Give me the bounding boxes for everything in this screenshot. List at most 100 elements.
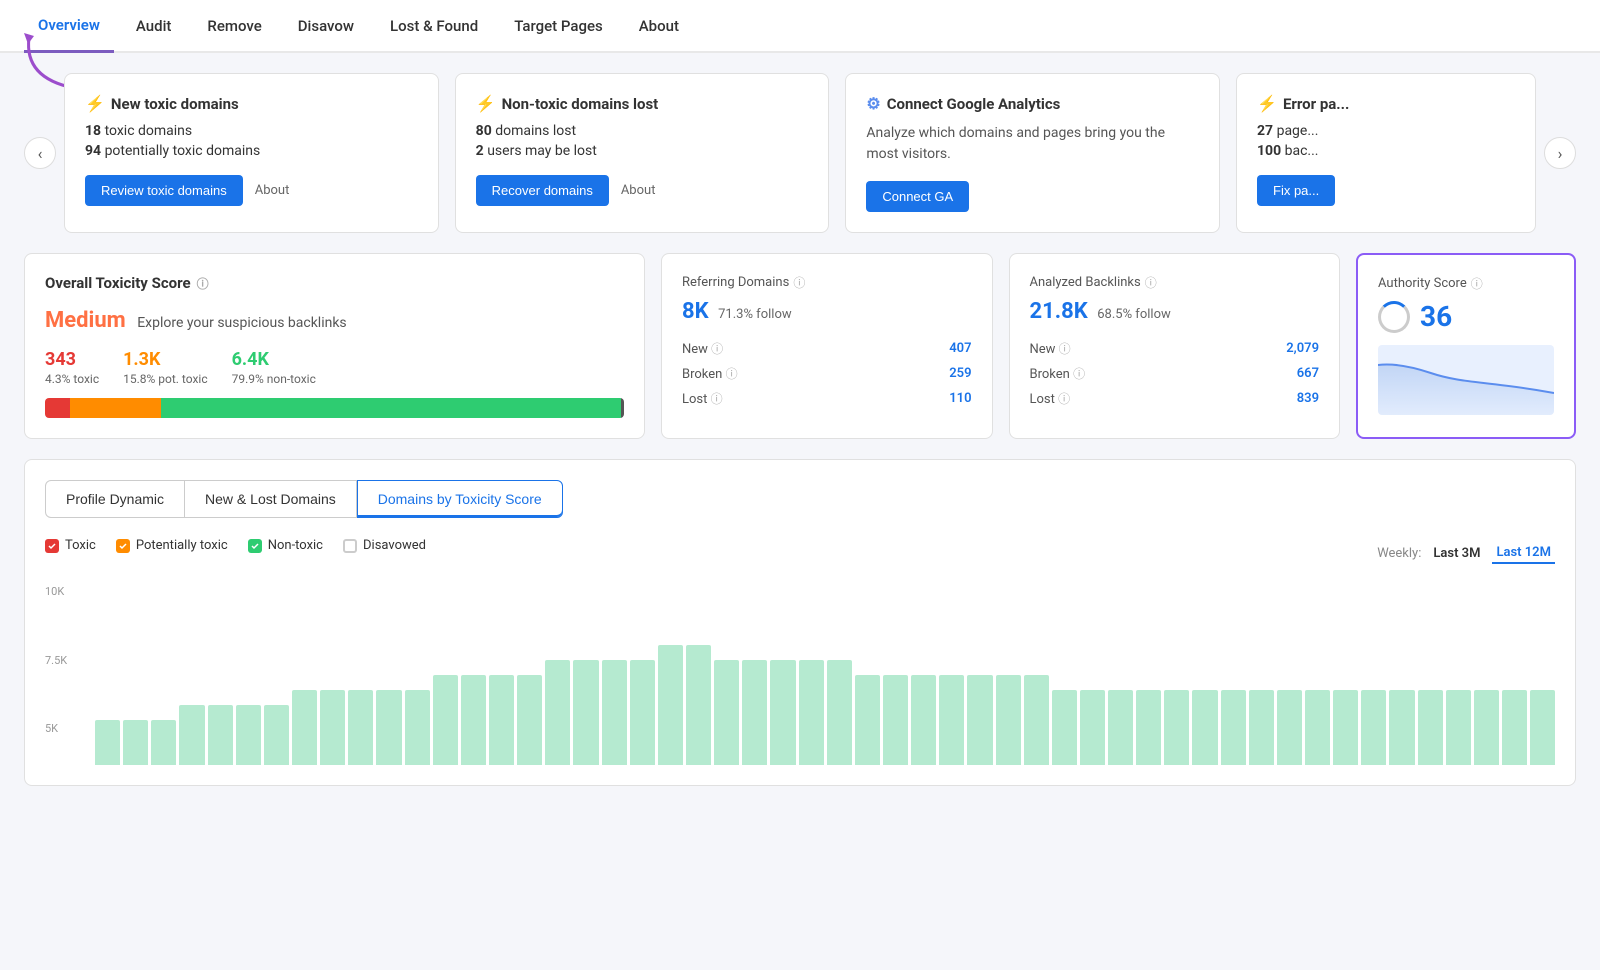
chart-bar-group	[1530, 615, 1555, 765]
last-12m-button[interactable]: Last 12M	[1492, 543, 1555, 564]
bar-segment	[151, 720, 176, 765]
bar-cursor	[621, 398, 624, 418]
backlink-lost-info-icon[interactable]: ⓘ	[1058, 392, 1070, 406]
connect-ga-button[interactable]: Connect GA	[866, 181, 969, 212]
tab-profile-dynamic[interactable]: Profile Dynamic	[45, 480, 185, 518]
backlink-broken-value: 667	[1297, 366, 1319, 381]
chart-bar-group	[405, 615, 430, 765]
bar-segment	[405, 690, 430, 765]
bar-segment	[799, 660, 824, 765]
chart-bar-group	[1164, 615, 1189, 765]
prev-card-button[interactable]: ‹	[24, 137, 56, 169]
tab-new-lost-domains[interactable]: New & Lost Domains	[185, 480, 357, 518]
bar-orange	[70, 398, 161, 418]
legend-controls-row: Toxic Potentially toxic Non-toxic D	[45, 538, 1555, 569]
ref-broken-info-icon[interactable]: ⓘ	[726, 367, 738, 381]
stat-nontoxic: 6.4K 79.9% non-toxic	[232, 349, 316, 386]
bar-segment	[1249, 690, 1274, 765]
last-3m-button[interactable]: Last 3M	[1429, 544, 1484, 563]
referring-domains-card: Referring Domains ⓘ 8K 71.3% follow New …	[661, 253, 993, 439]
card-toxic-title: ⚡ New toxic domains	[85, 94, 418, 113]
next-card-button[interactable]: ›	[1544, 137, 1576, 169]
analyzed-backlinks-follow: 68.5% follow	[1097, 307, 1171, 322]
bar-segment	[1136, 690, 1161, 765]
backlinks-info-icon[interactable]: ⓘ	[1145, 274, 1157, 291]
referring-domains-follow: 71.3% follow	[718, 307, 792, 322]
nav-disavow[interactable]: Disavow	[284, 1, 368, 51]
backlink-broken-info-icon[interactable]: ⓘ	[1073, 367, 1085, 381]
chart-area: 10K 7.5K 5K	[45, 585, 1555, 765]
tab-domains-toxicity[interactable]: Domains by Toxicity Score	[357, 480, 563, 518]
chart-bar-group	[1052, 615, 1077, 765]
authority-info-icon[interactable]: ⓘ	[1471, 275, 1483, 292]
bar-segment	[911, 675, 936, 765]
review-toxic-button[interactable]: Review toxic domains	[85, 175, 243, 206]
legend-disavowed: Disavowed	[343, 538, 426, 553]
nav-about[interactable]: About	[625, 1, 693, 51]
backlink-new-row: New ⓘ 2,079	[1030, 336, 1320, 361]
nontoxic-about-link[interactable]: About	[621, 183, 656, 198]
toxicity-level: Medium	[45, 308, 126, 333]
backlink-new-info-icon[interactable]: ⓘ	[1059, 342, 1071, 356]
nav-overview[interactable]: Overview	[24, 0, 114, 53]
toxicity-info-icon[interactable]: ⓘ	[197, 275, 209, 292]
legend-box-disavowed	[343, 539, 357, 553]
ref-new-info-icon[interactable]: ⓘ	[711, 342, 723, 356]
bar-segment	[630, 660, 655, 765]
nav-lost-found[interactable]: Lost & Found	[376, 1, 492, 51]
chart-bar-group	[1418, 615, 1443, 765]
chart-bar-group	[1221, 615, 1246, 765]
bar-segment	[1446, 690, 1471, 765]
analyzed-backlinks-title: Analyzed Backlinks ⓘ	[1030, 274, 1320, 291]
nav-remove[interactable]: Remove	[193, 1, 275, 51]
recover-domains-button[interactable]: Recover domains	[476, 175, 609, 206]
ref-lost-label: Lost ⓘ	[682, 390, 723, 407]
ref-domains-info-icon[interactable]: ⓘ	[793, 274, 805, 291]
bar-segment	[1052, 690, 1077, 765]
chart-bar-group	[376, 615, 401, 765]
toxic-about-link[interactable]: About	[255, 183, 290, 198]
analyzed-backlinks-value: 21.8K	[1030, 299, 1088, 324]
toxicity-description: Explore your suspicious backlinks	[137, 315, 346, 331]
chart-bar-group	[1361, 615, 1386, 765]
chart-bar-group	[95, 615, 120, 765]
nav-audit[interactable]: Audit	[122, 1, 185, 51]
ga-actions: Connect GA	[866, 181, 1199, 212]
chart-bar-group	[123, 615, 148, 765]
chart-bar-group	[517, 615, 542, 765]
legend-box-toxic	[45, 539, 59, 553]
toxicity-level-row: Medium Explore your suspicious backlinks	[45, 308, 624, 333]
chart-bar-group	[799, 615, 824, 765]
bar-segment	[461, 675, 486, 765]
bar-segment	[939, 675, 964, 765]
chart-bar-group	[208, 615, 233, 765]
legend-pot-toxic-label: Potentially toxic	[136, 538, 228, 553]
chart-bar-group	[967, 615, 992, 765]
chart-bar-group	[1277, 615, 1302, 765]
authority-score-row: 36	[1378, 300, 1554, 333]
bar-segment	[1305, 690, 1330, 765]
chart-bar-group	[320, 615, 345, 765]
chart-bar-group	[770, 615, 795, 765]
fix-pages-button[interactable]: Fix pa...	[1257, 175, 1335, 206]
bar-segment	[264, 705, 289, 765]
chart-bar-group	[1192, 615, 1217, 765]
chart-bar-group	[883, 615, 908, 765]
chart-bar-group	[348, 615, 373, 765]
y-label-75k: 7.5K	[45, 654, 67, 667]
chart-bar-group	[1502, 615, 1527, 765]
nontoxic-actions: Recover domains About	[476, 175, 809, 206]
bar-segment	[1221, 690, 1246, 765]
bar-segment	[1361, 690, 1386, 765]
bar-segment	[1277, 690, 1302, 765]
nav-target-pages[interactable]: Target Pages	[500, 1, 617, 51]
legend-box-nontoxic	[248, 539, 262, 553]
ga-description: Analyze which domains and pages bring yo…	[866, 123, 1199, 165]
ref-lost-info-icon[interactable]: ⓘ	[711, 392, 723, 406]
bar-segment	[1418, 690, 1443, 765]
bar-segment	[292, 690, 317, 765]
toxic-stat-1: 18 toxic domains	[85, 123, 418, 139]
backlink-broken-label: Broken ⓘ	[1030, 365, 1086, 382]
bar-segment	[433, 675, 458, 765]
legend-nontoxic: Non-toxic	[248, 538, 323, 553]
